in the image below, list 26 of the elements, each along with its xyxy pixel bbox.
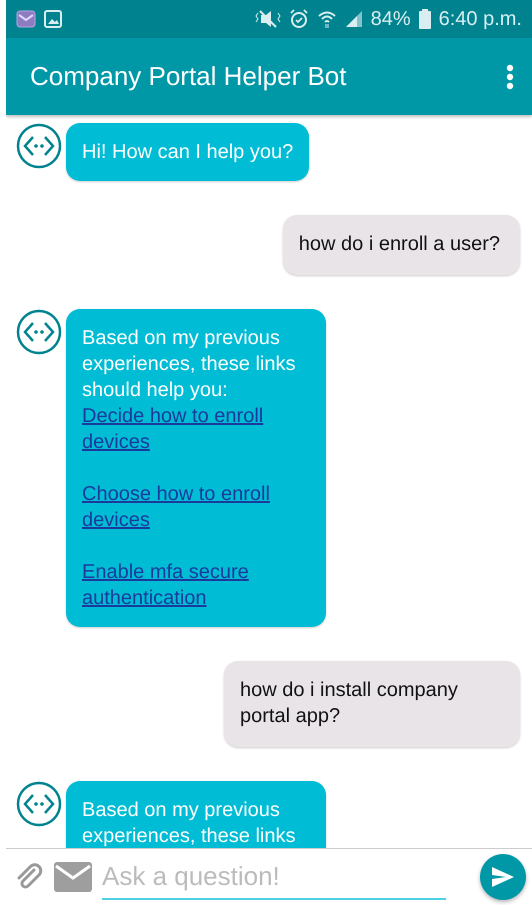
app-title: Company Portal Helper Bot [30, 61, 348, 92]
question-input-field[interactable]: Ask a question! [102, 854, 446, 900]
help-link[interactable]: Choose how to enroll devices [82, 481, 310, 533]
image-icon [44, 10, 62, 28]
message-text: Hi! How can I help you? [82, 140, 294, 165]
message-text: Based on my previous experiences, these links should help you: [82, 326, 296, 403]
vibrate-mute-icon [254, 9, 281, 29]
help-link[interactable]: Enable mfa secure authentication [82, 559, 310, 611]
message-text: how do i install company portal app? [240, 678, 459, 729]
send-button[interactable] [480, 854, 526, 900]
send-icon [492, 867, 514, 887]
battery-percent: 84% [370, 8, 411, 30]
bot-avatar-icon [16, 781, 62, 827]
signal-icon [344, 10, 363, 28]
message-text: Based on my previous experiences, these links [82, 798, 296, 848]
bot-avatar-icon [16, 309, 62, 355]
battery-icon [418, 9, 431, 29]
clock-time: 6:40 p.m. [438, 8, 522, 30]
envelope-icon[interactable] [54, 862, 92, 892]
more-menu-icon[interactable] [506, 64, 514, 90]
message-text: how do i enroll a user? [298, 232, 500, 257]
mail-icon [16, 10, 36, 28]
help-link[interactable]: Decide how to enroll devices [82, 403, 310, 455]
wifi-icon [316, 9, 337, 29]
alarm-icon [288, 9, 309, 29]
bot-avatar-icon [16, 123, 62, 169]
